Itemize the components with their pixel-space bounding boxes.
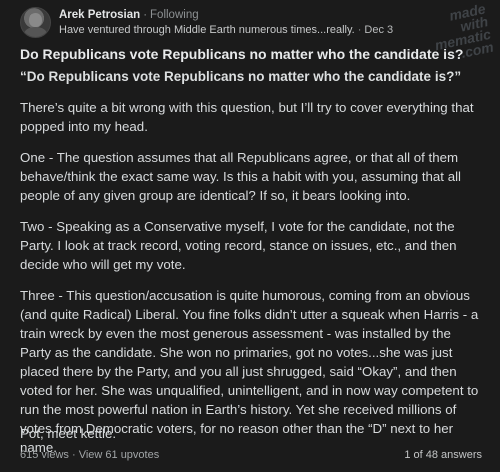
quoted-question: “Do Republicans vote Republicans no matt… [20,69,462,84]
answer-paragraph: One - The question assumes that all Repu… [20,150,461,203]
avatar-face [29,13,42,27]
author-header: Arek Petrosian · Following Have ventured t… [20,7,393,38]
upvotes-link[interactable]: View 61 upvotes [79,449,160,461]
separator-dot: · [68,449,79,461]
answer-footer: 615 views · View 61 upvotes 1 of 48 answ… [20,449,482,461]
author-avatar[interactable] [20,7,51,38]
author-name[interactable]: Arek Petrosian [59,9,140,21]
view-count[interactable]: 615 views [20,449,69,461]
author-credential-row: Have ventured through Middle Earth numer… [59,23,393,38]
answer-position[interactable]: 1 of 48 answers [404,449,482,461]
answer-stats: 615 views · View 61 upvotes [20,449,159,461]
answer-paragraph: Two - Speaking as a Conservative myself,… [20,219,457,272]
separator-dot: · [357,23,362,36]
question-title[interactable]: Do Republicans vote Republicans no matte… [20,46,463,62]
author-credential: Have ventured through Middle Earth numer… [59,23,355,36]
avatar-body [24,27,47,37]
separator-dot: · [143,8,148,21]
author-name-row: Arek Petrosian · Following [59,8,393,23]
answer-card: Arek Petrosian · Following Have ventured t… [0,0,500,472]
answer-paragraph: There’s quite a bit wrong with this ques… [20,100,474,134]
author-meta: Arek Petrosian · Following Have ventured t… [59,8,393,38]
post-date[interactable]: Dec 3 [364,24,393,36]
follow-status[interactable]: Following [150,9,199,21]
answer-paragraph: Pot, meet kettle. [20,426,117,441]
